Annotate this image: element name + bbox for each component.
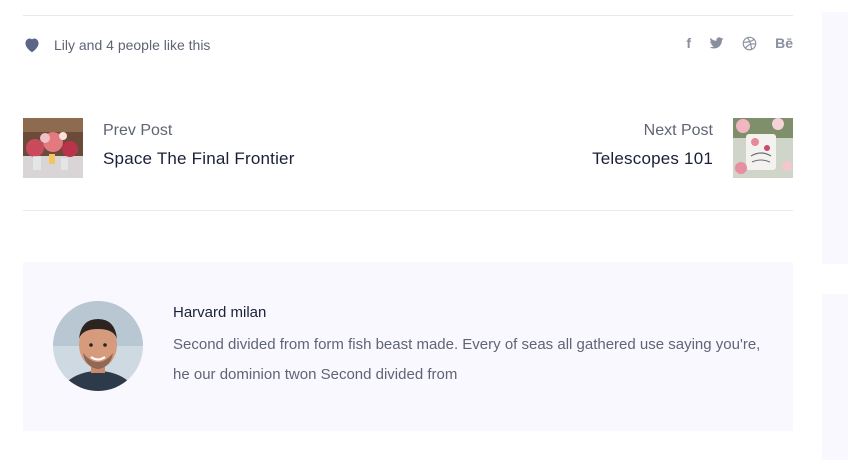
- heart-icon[interactable]: [23, 37, 41, 53]
- sidebar-widget: [822, 12, 848, 264]
- posts-divider: [23, 210, 793, 211]
- next-post-thumbnail[interactable]: [733, 118, 793, 178]
- dribbble-icon[interactable]: [742, 34, 757, 52]
- prev-post-link[interactable]: Prev Post Space The Final Frontier: [23, 118, 295, 178]
- social-share-icons: f Bē: [686, 34, 793, 52]
- like-count-text: Lily and 4 people like this: [54, 37, 211, 53]
- facebook-icon[interactable]: f: [686, 34, 691, 52]
- next-post-link[interactable]: Next Post Telescopes 101: [592, 118, 793, 178]
- prev-post-title[interactable]: Space The Final Frontier: [103, 148, 295, 170]
- prev-post-kicker: Prev Post: [103, 122, 173, 139]
- twitter-icon[interactable]: [709, 34, 724, 52]
- author-avatar: [53, 301, 143, 391]
- sidebar-widget: [822, 294, 848, 460]
- author-name[interactable]: Harvard milan: [173, 304, 266, 321]
- behance-icon[interactable]: Bē: [775, 34, 793, 52]
- like-row: Lily and 4 people like this: [23, 34, 210, 56]
- top-divider: [23, 15, 793, 16]
- author-bio: Second divided from form fish beast made…: [173, 336, 761, 383]
- next-post-kicker: Next Post: [643, 122, 713, 139]
- next-post-title[interactable]: Telescopes 101: [592, 148, 713, 170]
- prev-post-thumbnail[interactable]: [23, 118, 83, 178]
- author-box: Harvard milan Second divided from form f…: [23, 262, 793, 431]
